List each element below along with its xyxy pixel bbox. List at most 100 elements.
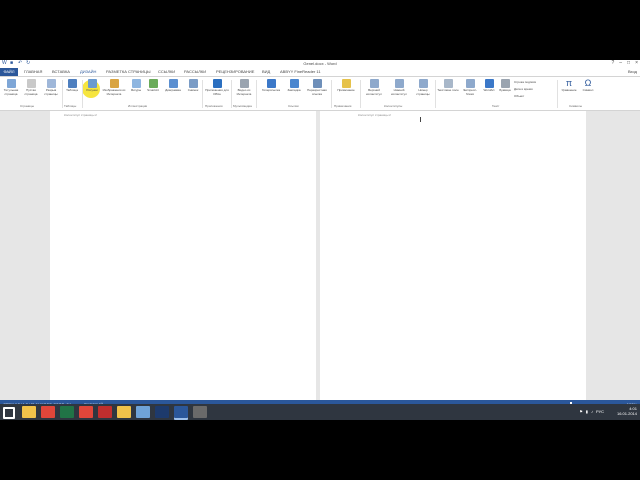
object-option[interactable]: Объект bbox=[514, 94, 524, 98]
pictures-icon bbox=[87, 79, 97, 88]
explorer-icon[interactable] bbox=[117, 406, 131, 418]
bookmark-button[interactable]: Закладка bbox=[285, 79, 303, 93]
symbol-button[interactable]: Ω Символ bbox=[580, 79, 596, 93]
network-icon[interactable]: ▮ bbox=[586, 409, 588, 414]
page-break-button[interactable]: Разрыв страницы bbox=[42, 79, 60, 96]
excel-icon[interactable] bbox=[60, 406, 74, 418]
chrome-icon[interactable] bbox=[41, 406, 55, 418]
filezilla-icon[interactable] bbox=[98, 406, 112, 418]
drop-cap-button[interactable]: Буквица bbox=[497, 79, 513, 93]
tab-references[interactable]: ССЫЛКИ bbox=[158, 69, 175, 75]
signature-line-option[interactable]: Строка подписи bbox=[514, 80, 536, 84]
window-title: Genel.docx - Word bbox=[303, 61, 337, 66]
pictures-button[interactable]: Рисунки bbox=[84, 79, 100, 93]
group-separator bbox=[360, 80, 361, 108]
apps-for-office-icon bbox=[212, 79, 222, 88]
tab-mailings[interactable]: РАССЫЛКИ bbox=[184, 69, 206, 75]
footer-button[interactable]: Нижний колонтитул bbox=[387, 79, 411, 96]
group-label-symbols: Символы bbox=[569, 104, 582, 108]
volume-icon[interactable]: ♪ bbox=[591, 409, 593, 414]
online-pictures-icon bbox=[109, 79, 119, 88]
flag-icon[interactable]: ⚑ bbox=[579, 409, 583, 414]
system-tray-icons: ⚑ ▮ ♪ РУС bbox=[579, 409, 604, 414]
header-icon bbox=[369, 79, 379, 88]
screen: W ■ ↶ ↻ Genel.docx - Word ? – □ × ФАЙЛ Г… bbox=[0, 60, 640, 420]
page-number-icon bbox=[418, 79, 428, 88]
tab-page-layout[interactable]: РАЗМЕТКА СТРАНИЦЫ bbox=[106, 69, 151, 75]
screenshot-button[interactable]: Снимок bbox=[185, 79, 201, 93]
hyperlink-icon bbox=[266, 79, 276, 88]
apps-for-office-button[interactable]: Приложения для Office bbox=[204, 79, 230, 96]
tab-design[interactable]: ДИЗАЙН bbox=[80, 69, 97, 75]
text-box-button[interactable]: Текстовое поле bbox=[437, 79, 459, 93]
shapes-icon bbox=[131, 79, 141, 88]
date-time-option[interactable]: Дата и время bbox=[514, 87, 533, 91]
clock[interactable]: 4:01 16.01.2014 bbox=[617, 406, 637, 416]
footer-icon bbox=[394, 79, 404, 88]
quick-parts-button[interactable]: Экспресс-блоки bbox=[460, 79, 480, 96]
tab-file[interactable]: ФАЙЛ bbox=[0, 68, 18, 76]
tab-home[interactable]: ГЛАВНАЯ bbox=[24, 69, 42, 75]
chrome-icon[interactable] bbox=[79, 406, 93, 418]
help-icon[interactable]: ? bbox=[611, 60, 614, 66]
document-page-right[interactable]: Колонтитул страницы 2 bbox=[320, 111, 586, 400]
online-video-button[interactable]: Видео из Интернета bbox=[233, 79, 255, 96]
title-bar: W ■ ↶ ↻ Genel.docx - Word ? – □ × bbox=[0, 60, 640, 68]
quick-parts-icon bbox=[465, 79, 475, 88]
header-hint: Колонтитул страницы 2 bbox=[358, 113, 391, 117]
group-label-illustrations: Иллюстрации bbox=[128, 104, 148, 108]
group-label-header-footer: Колонтитулы bbox=[384, 104, 403, 108]
media-icon[interactable] bbox=[193, 406, 207, 418]
blank-page-button[interactable]: Пустая страница bbox=[22, 79, 40, 96]
wordart-icon bbox=[484, 79, 494, 88]
cover-page-button[interactable]: Титульная страница bbox=[2, 79, 20, 96]
page-number-button[interactable]: Номер страницы bbox=[412, 79, 434, 96]
cross-reference-button[interactable]: Перекрестная ссылка bbox=[304, 79, 330, 96]
comment-button[interactable]: Примечание bbox=[333, 79, 359, 93]
equation-button[interactable]: π Уравнение bbox=[559, 79, 579, 93]
table-button[interactable]: Таблица bbox=[64, 79, 80, 93]
monitor-icon[interactable] bbox=[136, 406, 150, 418]
smartart-icon bbox=[148, 79, 158, 88]
comment-icon bbox=[341, 79, 351, 88]
group-label-pages: Страницы bbox=[20, 104, 35, 108]
chart-button[interactable]: Диаграмма bbox=[162, 79, 184, 93]
online-video-icon bbox=[239, 79, 249, 88]
group-separator bbox=[256, 80, 257, 108]
word-icon[interactable] bbox=[174, 406, 188, 418]
group-label-comments: Примечания bbox=[334, 104, 352, 108]
header-hint: Колонтитул страницы 2 bbox=[64, 113, 97, 117]
taskbar: ⚑ ▮ ♪ РУС 4:01 16.01.2014 bbox=[0, 404, 640, 420]
online-pictures-button[interactable]: Изображения из Интернета bbox=[101, 79, 127, 96]
close-icon[interactable]: × bbox=[635, 60, 638, 66]
group-label-text: Текст bbox=[492, 104, 500, 108]
document-area: Колонтитул страницы 2 Колонтитул страниц… bbox=[0, 111, 640, 400]
group-label-media: Мультимедиа bbox=[233, 104, 252, 108]
symbol-icon: Ω bbox=[584, 78, 592, 88]
hyperlink-button[interactable]: Гиперссылка bbox=[258, 79, 284, 93]
group-separator bbox=[82, 80, 83, 108]
photoshop-icon[interactable] bbox=[155, 406, 169, 418]
start-icon[interactable] bbox=[3, 407, 15, 419]
text-box-icon bbox=[443, 79, 453, 88]
document-page-left[interactable]: Колонтитул страницы 2 bbox=[50, 111, 316, 400]
shapes-button[interactable]: Фигуры bbox=[128, 79, 144, 93]
smartart-button[interactable]: SmartArt bbox=[145, 79, 161, 93]
minimize-icon[interactable]: – bbox=[619, 60, 622, 66]
group-label-apps: Приложения bbox=[205, 104, 223, 108]
group-separator bbox=[435, 80, 436, 108]
header-button[interactable]: Верхний колонтитул bbox=[362, 79, 386, 96]
group-separator bbox=[62, 80, 63, 108]
tab-view[interactable]: ВИД bbox=[262, 69, 270, 75]
group-separator bbox=[202, 80, 203, 108]
maximize-icon[interactable]: □ bbox=[627, 60, 630, 66]
tab-insert[interactable]: ВСТАВКА bbox=[52, 69, 70, 75]
tab-abbyy[interactable]: ABBYY FineReader 11 bbox=[280, 69, 321, 75]
group-separator bbox=[557, 80, 558, 108]
input-language[interactable]: РУС bbox=[596, 409, 604, 414]
tab-review[interactable]: РЕЦЕНЗИРОВАНИЕ bbox=[216, 69, 254, 75]
sign-in-link[interactable]: Вход bbox=[628, 69, 637, 74]
explorer-icon[interactable] bbox=[22, 406, 36, 418]
wordart-button[interactable]: WordArt bbox=[481, 79, 497, 93]
text-cursor bbox=[420, 117, 421, 122]
